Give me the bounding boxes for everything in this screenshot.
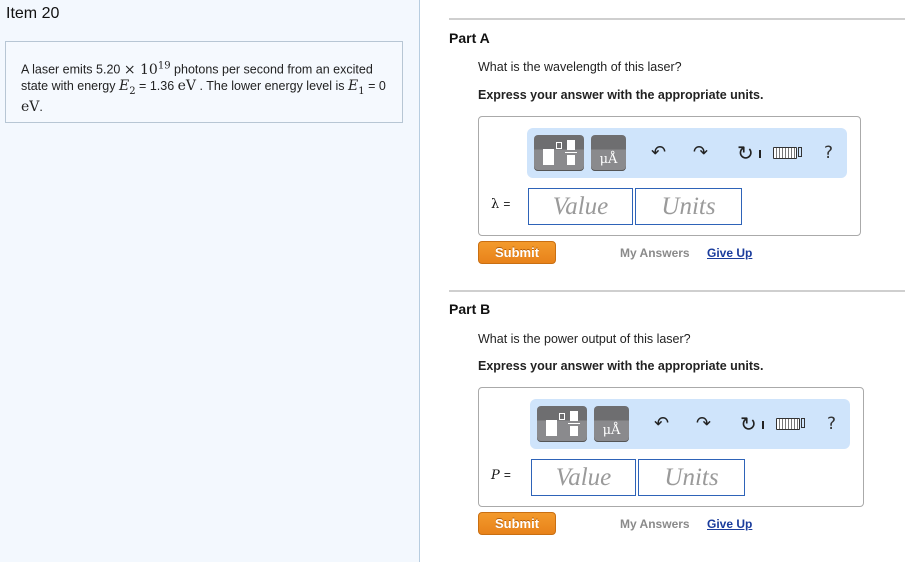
problem-text-part: . — [39, 100, 43, 115]
lambda-symbol: λ — [491, 197, 500, 212]
photon-rate-math: × 1019 — [123, 60, 171, 78]
problem-statement-box: A laser emits 5.20 × 1019 photons per se… — [5, 41, 403, 123]
redo-icon[interactable]: ↷ — [693, 141, 708, 165]
problem-panel: Item 20 A laser emits 5.20 × 1019 photon… — [0, 0, 420, 562]
redo-icon[interactable]: ↷ — [696, 412, 711, 436]
part-a-instruction: Express your answer with the appropriate… — [478, 88, 764, 102]
parts-panel: Part A What is the wavelength of this la… — [420, 0, 905, 562]
part-b-give-up-link[interactable]: Give Up — [707, 517, 752, 531]
problem-statement: A laser emits 5.20 × 1019 photons per se… — [21, 58, 391, 115]
part-a-answer-box: μÅ ↶ ↷ ↻ ? λ = — [478, 116, 861, 236]
unit-ev: eV — [21, 99, 40, 116]
part-a-math-toolbar: μÅ ↶ ↷ ↻ ? — [527, 128, 847, 178]
templates-icon-denominator — [567, 155, 575, 165]
part-a-units-input[interactable] — [635, 188, 742, 225]
e2-letter: E — [118, 77, 130, 94]
part-a-my-answers-link[interactable]: My Answers — [620, 246, 690, 260]
templates-icon-denominator — [570, 426, 578, 436]
templates-button[interactable] — [534, 135, 584, 171]
problem-text-part: A laser emits 5.20 — [21, 62, 124, 77]
part-a-title: Part A — [449, 30, 490, 46]
templates-icon-numerator — [567, 140, 575, 150]
units-button[interactable]: μÅ — [591, 135, 626, 171]
part-b-units-input[interactable] — [638, 459, 745, 496]
part-a-value-input[interactable] — [528, 188, 633, 225]
templates-icon — [546, 420, 557, 436]
problem-text-part: = 1.36 — [135, 78, 178, 93]
keyboard-shortcut-icon — [798, 147, 802, 157]
part-a-divider — [449, 18, 905, 20]
part-a-question: What is the wavelength of this laser? — [478, 60, 682, 74]
templates-icon-numerator — [570, 411, 578, 421]
templates-icon-fraction-bar — [568, 423, 580, 424]
e2-symbol: E2 — [118, 77, 136, 97]
equals-sign: = — [503, 468, 511, 482]
part-b-answer-box: μÅ ↶ ↷ ↻ ? P = — [478, 387, 864, 507]
part-b-my-answers-link[interactable]: My Answers — [620, 517, 690, 531]
part-a-variable-label: λ = — [491, 197, 510, 212]
e1-letter: E — [347, 77, 359, 94]
part-b-divider — [449, 290, 905, 292]
part-b-math-toolbar: μÅ ↶ ↷ ↻ ? — [530, 399, 850, 449]
keyboard-icon[interactable] — [776, 418, 800, 430]
templates-button[interactable] — [537, 406, 587, 442]
unit-ev: eV — [177, 77, 197, 94]
help-icon[interactable]: ? — [824, 141, 833, 165]
problem-text-part: . The lower energy level is — [196, 78, 348, 93]
part-b-title: Part B — [449, 301, 491, 317]
part-b-instruction: Express your answer with the appropriate… — [478, 359, 764, 373]
power-exponent: 19 — [157, 60, 171, 71]
units-icon: μÅ — [599, 152, 618, 167]
part-b-value-input[interactable] — [531, 459, 636, 496]
power-base: 10 — [140, 61, 158, 78]
undo-icon[interactable]: ↶ — [654, 412, 669, 436]
templates-icon — [543, 149, 554, 165]
power-symbol: P — [491, 468, 500, 483]
part-a-submit-button[interactable]: Submit — [478, 241, 556, 264]
units-button[interactable]: μÅ — [594, 406, 629, 442]
e1-symbol: E1 — [347, 77, 365, 97]
part-b-variable-label: P = — [491, 468, 511, 483]
reset-icon-bar — [759, 150, 761, 158]
equals-sign: = — [503, 197, 511, 211]
keyboard-icon[interactable] — [773, 147, 797, 159]
templates-icon-exponent — [559, 413, 565, 420]
units-icon: μÅ — [602, 423, 621, 438]
reset-icon[interactable]: ↻ — [740, 412, 757, 436]
undo-icon[interactable]: ↶ — [651, 141, 666, 165]
keyboard-shortcut-icon — [801, 418, 805, 428]
templates-icon-exponent — [556, 142, 562, 149]
problem-text-part: = 0 — [364, 78, 386, 93]
reset-icon-bar — [762, 421, 764, 429]
templates-icon-fraction-bar — [565, 152, 577, 153]
part-b-question: What is the power output of this laser? — [478, 332, 691, 346]
reset-icon[interactable]: ↻ — [737, 141, 754, 165]
times-symbol: × — [123, 61, 136, 78]
part-a-give-up-link[interactable]: Give Up — [707, 246, 752, 260]
part-b-submit-button[interactable]: Submit — [478, 512, 556, 535]
item-title: Item 20 — [6, 5, 60, 22]
help-icon[interactable]: ? — [827, 412, 836, 436]
